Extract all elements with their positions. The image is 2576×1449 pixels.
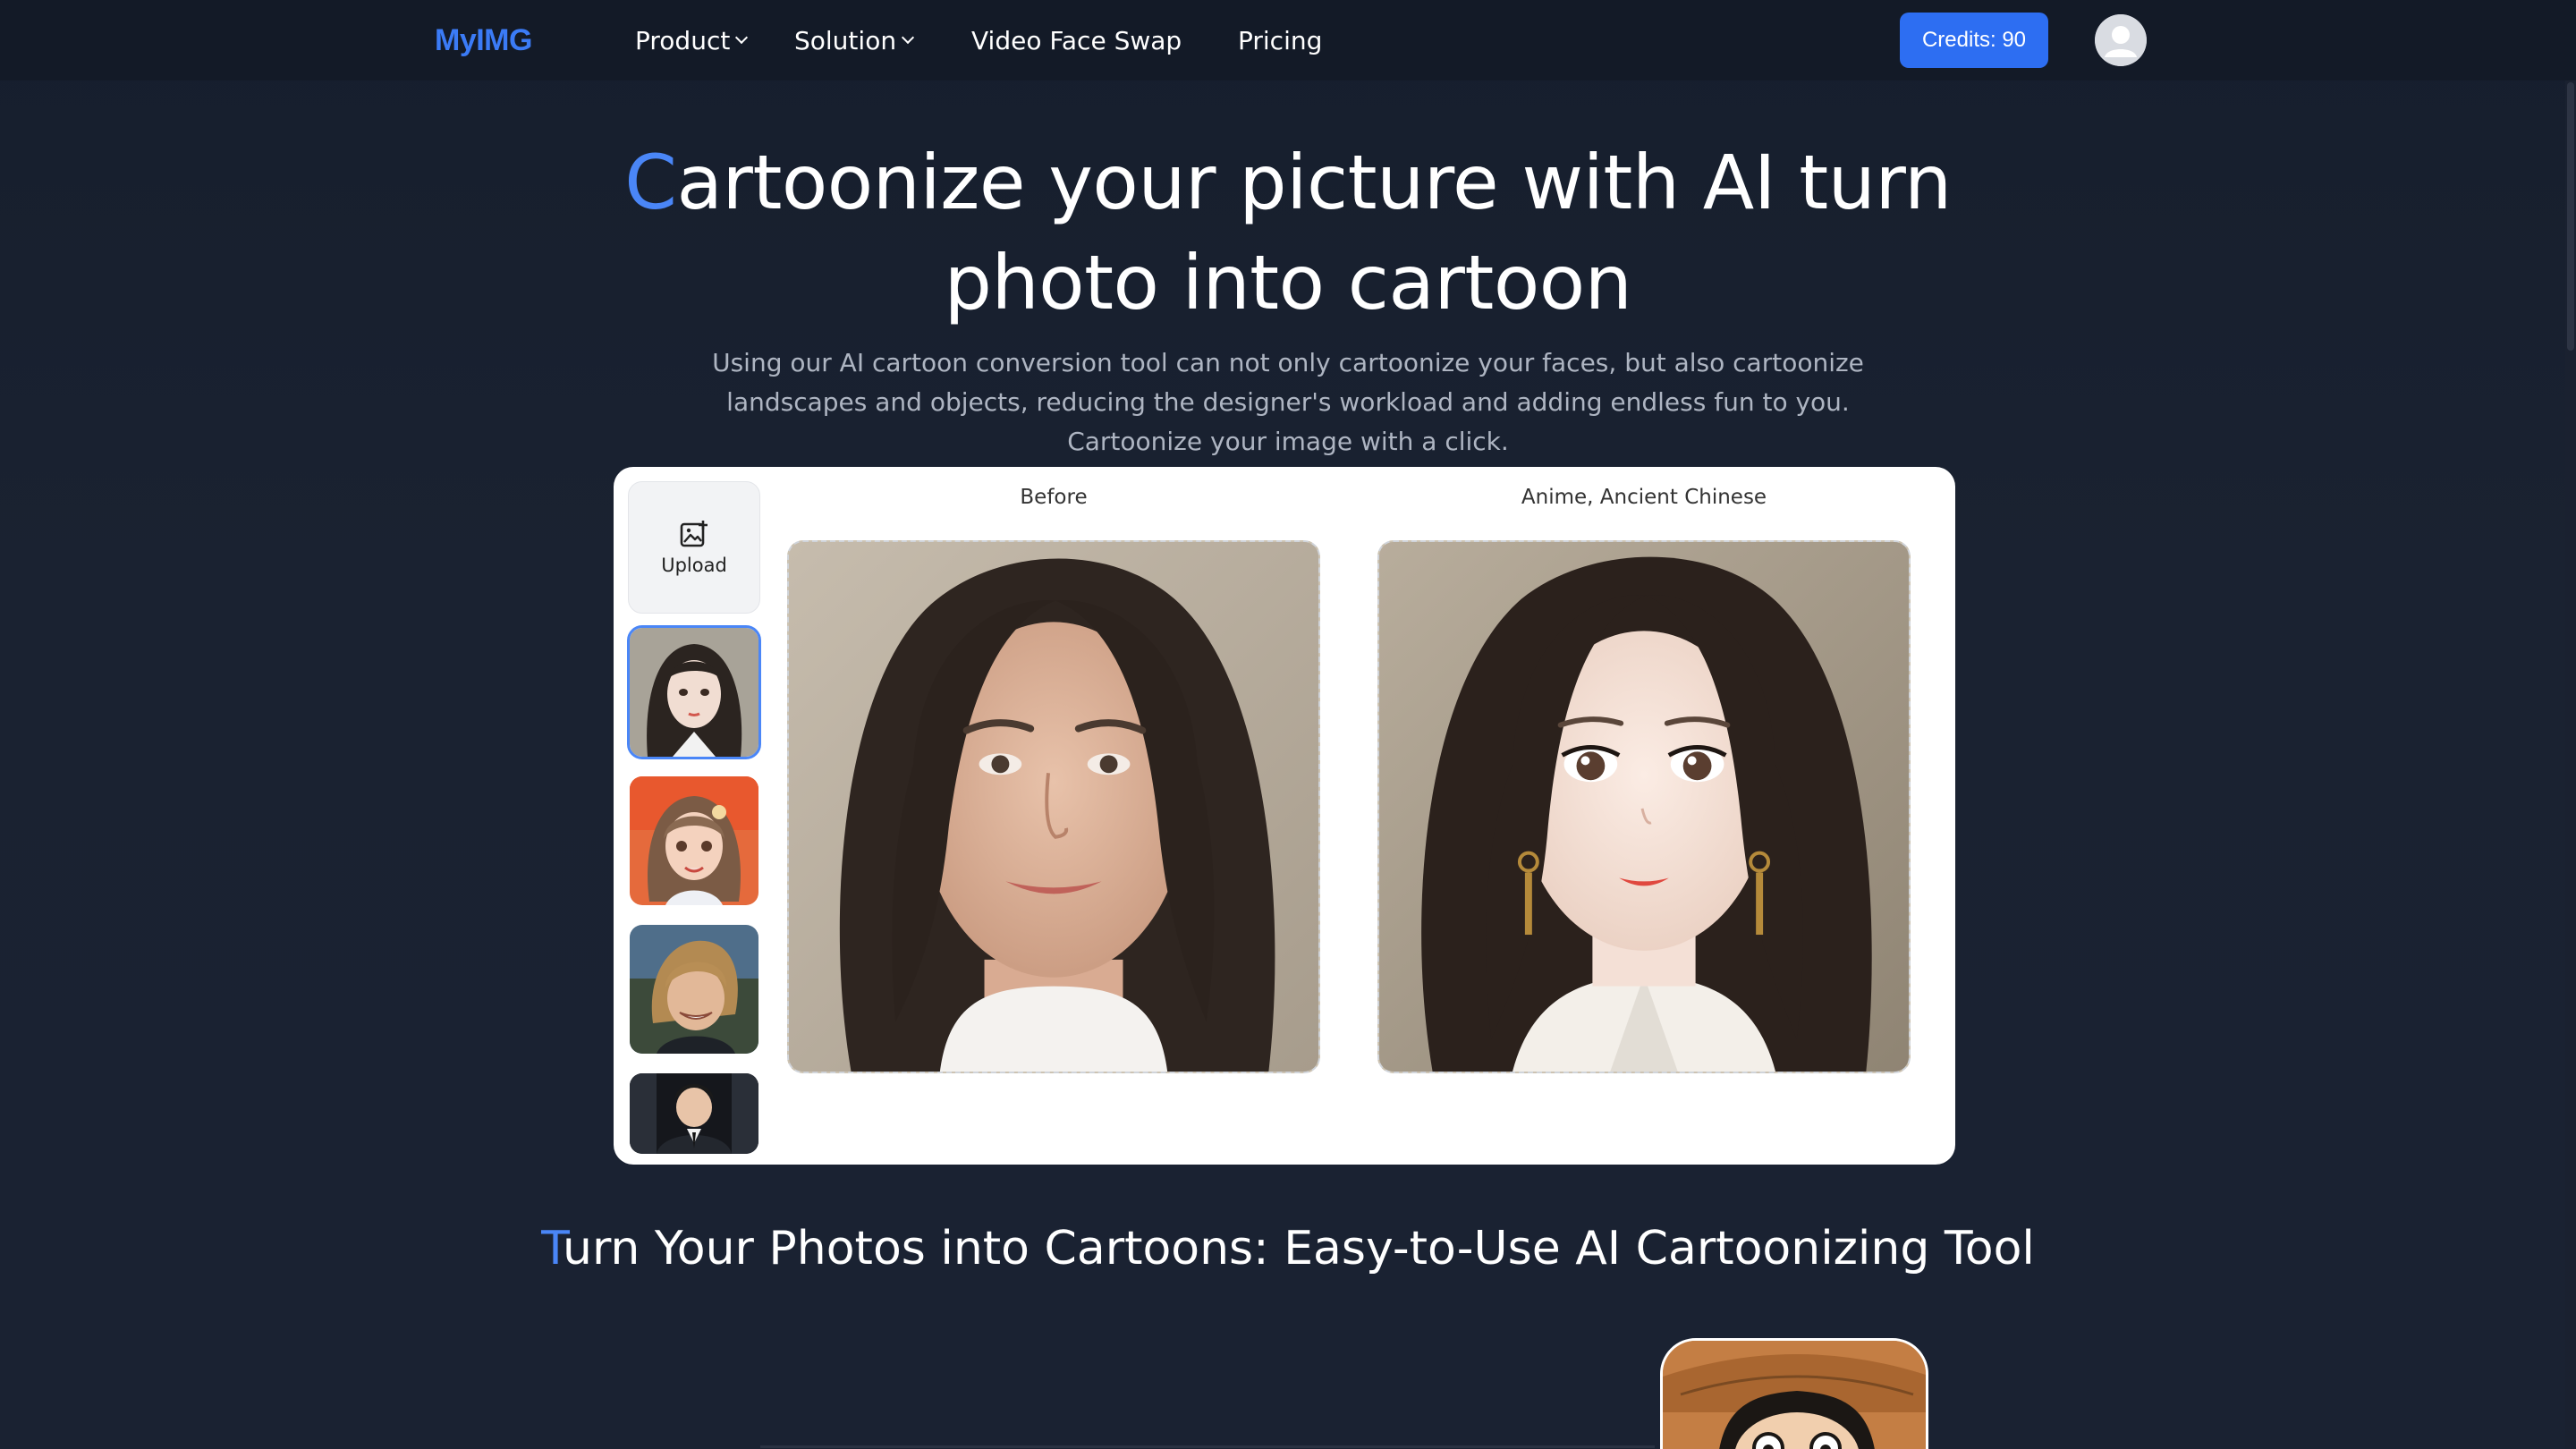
- top-navbar: MyIMG Product Solution Video Face Swap P…: [0, 0, 2576, 80]
- nav-video-face-swap[interactable]: Video Face Swap: [971, 21, 1182, 59]
- nav-pricing[interactable]: Pricing: [1238, 21, 1322, 59]
- nav-product-label: Product: [635, 25, 731, 55]
- credits-button[interactable]: Credits: 90: [1900, 13, 2048, 68]
- upload-button[interactable]: Upload: [628, 481, 760, 614]
- logo[interactable]: MyIMG: [435, 20, 532, 61]
- section-title-text: urn Your Photos into Cartoons: Easy-to-U…: [562, 1222, 2035, 1275]
- nav-solution[interactable]: Solution: [794, 21, 915, 59]
- nav-pricing-label: Pricing: [1238, 25, 1323, 55]
- anime-girl-thumbnail[interactable]: [627, 625, 761, 759]
- hero-title: Cartoonize your picture with AI turn pho…: [0, 132, 2576, 333]
- anime-character-preview-image: [1660, 1338, 1928, 1449]
- nav-product[interactable]: Product: [635, 21, 749, 59]
- nav-solution-label: Solution: [794, 25, 897, 55]
- suited-man-thumbnail[interactable]: [630, 1073, 758, 1154]
- section-title-accent: T: [541, 1222, 563, 1275]
- chevron-down-icon: [735, 30, 749, 45]
- hero-title-accent: C: [624, 139, 677, 226]
- page: MyIMG Product Solution Video Face Swap P…: [0, 0, 2576, 1449]
- hero-title-line2: photo into cartoon: [944, 239, 1632, 326]
- upload-label: Upload: [661, 555, 727, 576]
- smiling-man-thumbnail[interactable]: [630, 925, 758, 1054]
- after-style-label: Anime, Ancient Chinese: [1521, 486, 1767, 509]
- after-image: [1377, 540, 1911, 1073]
- before-label: Before: [1020, 486, 1088, 509]
- anime-flower-girl-thumbnail[interactable]: [630, 776, 758, 905]
- page-scrollbar-thumb[interactable]: [2567, 82, 2574, 351]
- hero-title-line1-text: artoonize your picture with AI turn: [676, 139, 1952, 226]
- before-image: [787, 540, 1320, 1073]
- user-avatar-icon[interactable]: [2095, 14, 2147, 66]
- hero-subtitle: Using our AI cartoon conversion tool can…: [712, 348, 1864, 456]
- cartoonize-tool-card: Upload Before Anime, Ancient Chinese: [614, 467, 1955, 1165]
- image-upload-icon: [680, 521, 708, 547]
- hero-title-line1: Cartoonize your picture with AI turn: [0, 132, 2576, 233]
- nav-video-face-swap-label: Video Face Swap: [971, 25, 1182, 55]
- chevron-down-icon: [902, 30, 915, 45]
- divider: [760, 1445, 1655, 1448]
- section-title: Turn Your Photos into Cartoons: Easy-to-…: [0, 1215, 2576, 1283]
